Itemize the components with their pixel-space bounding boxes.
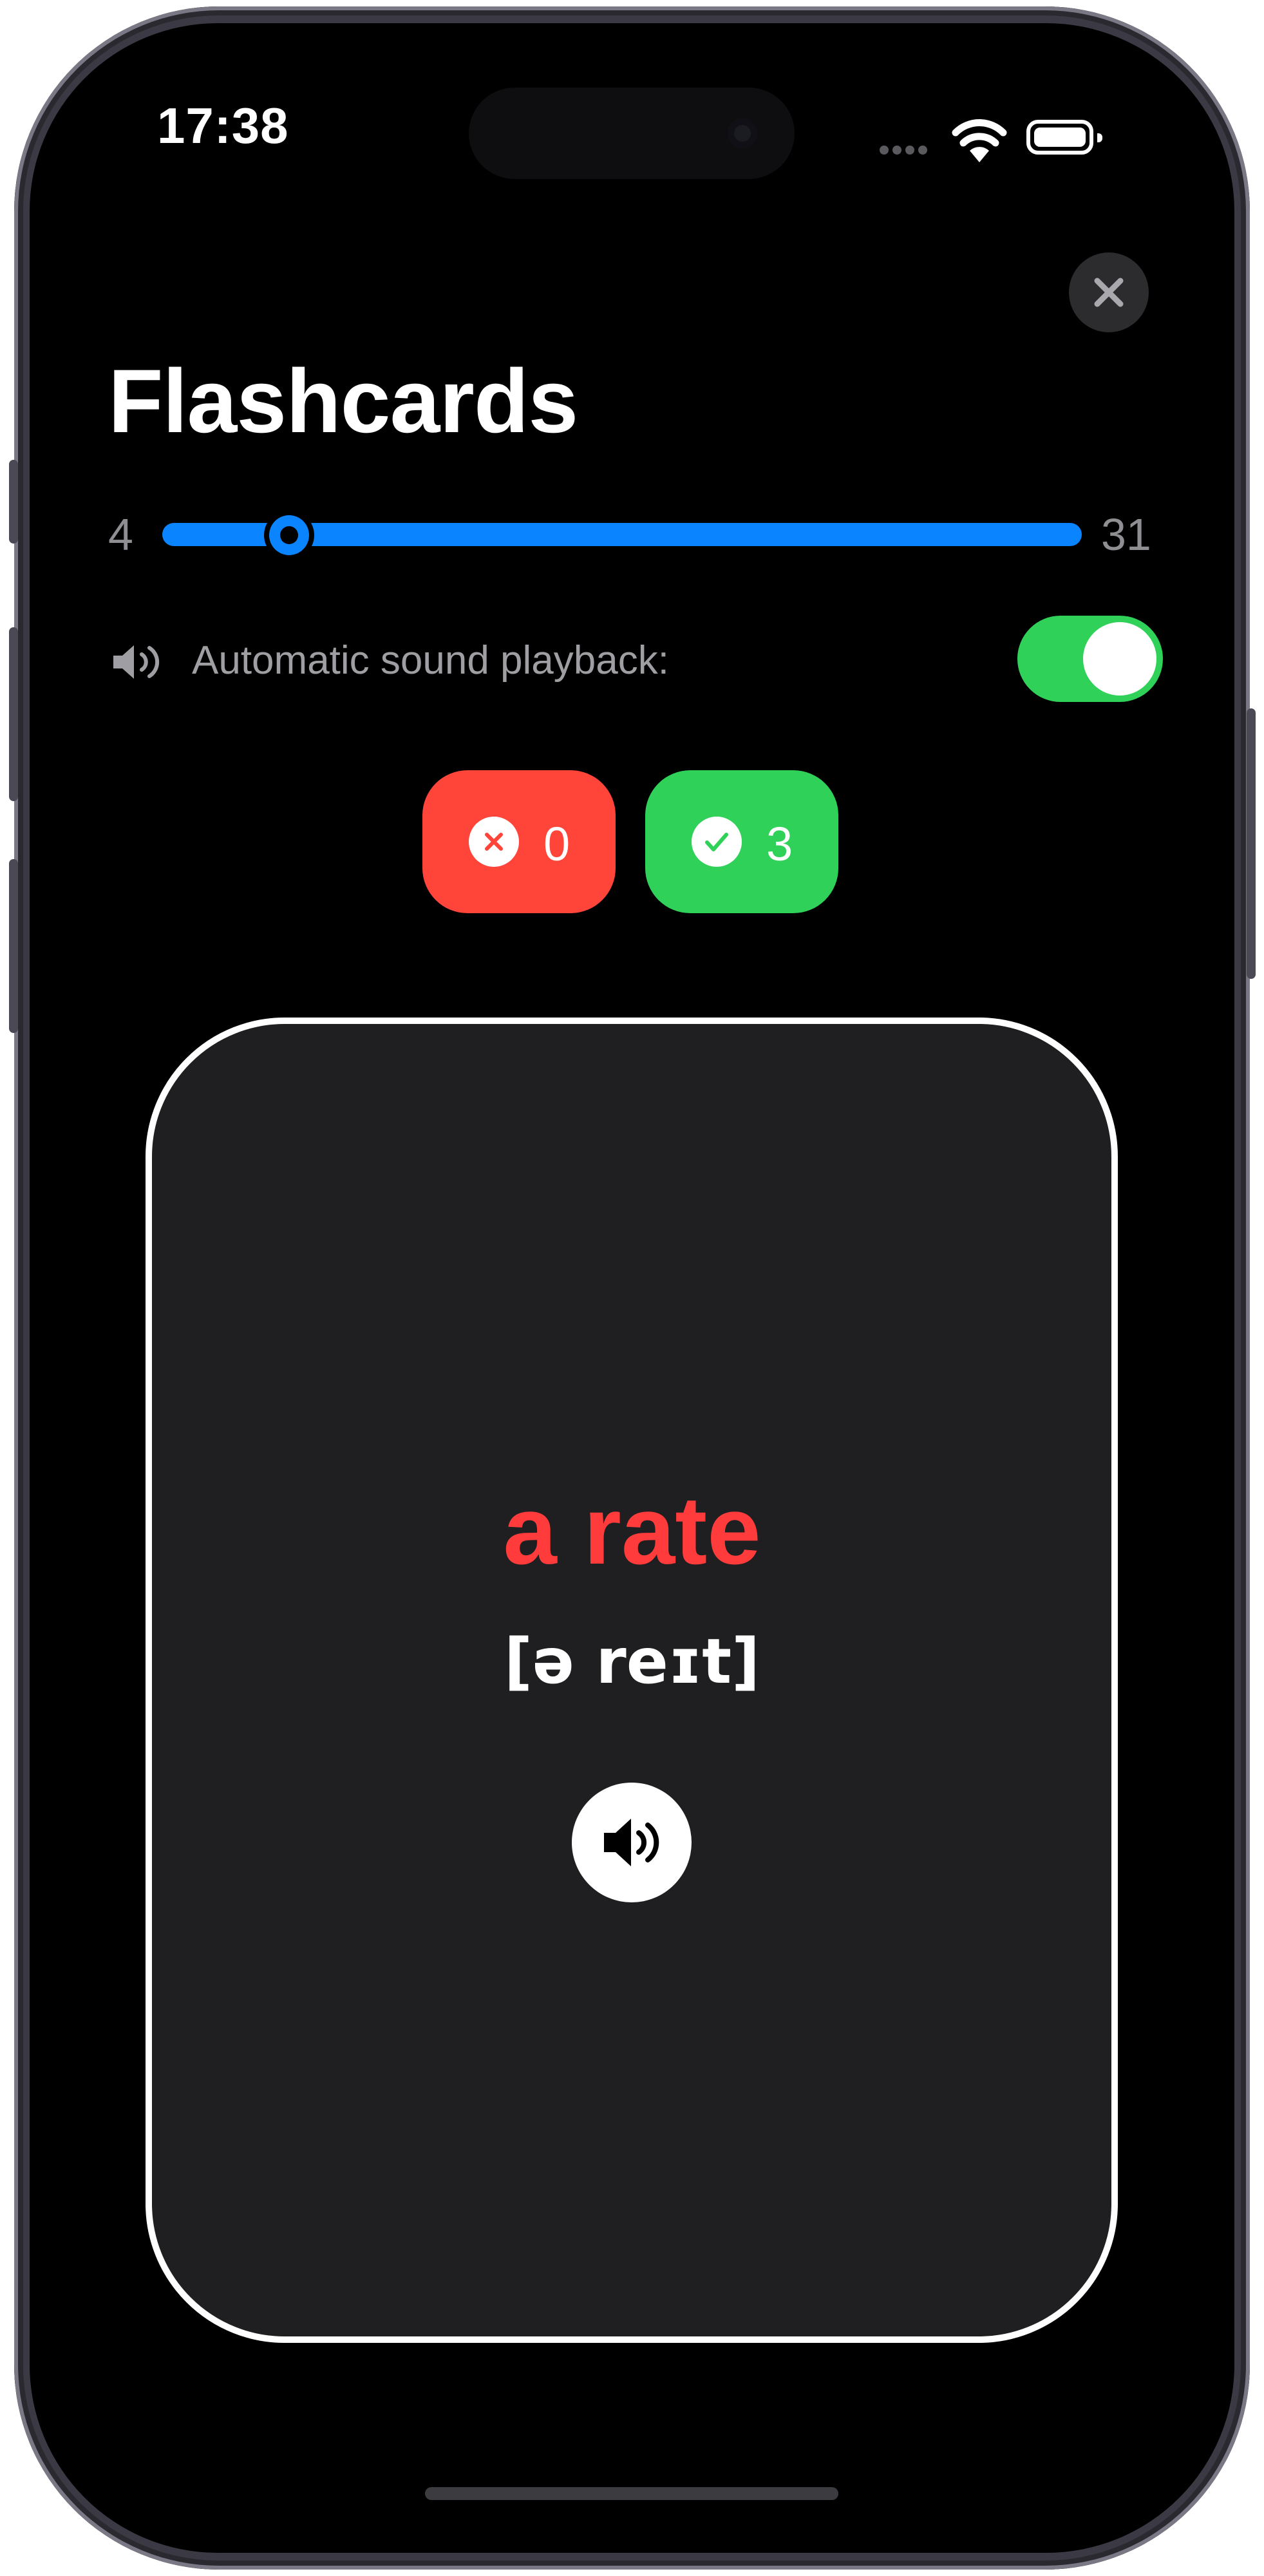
play-sound-button[interactable] — [572, 1783, 692, 1902]
wifi-icon — [950, 117, 1008, 167]
side-button — [9, 460, 18, 544]
wrong-count-badge[interactable]: 0 — [422, 770, 616, 913]
dynamic-island — [469, 88, 795, 179]
check-circle-icon — [692, 817, 742, 867]
home-indicator[interactable] — [425, 2487, 838, 2500]
close-button[interactable] — [1069, 252, 1149, 332]
slider-max-label: 31 — [1101, 509, 1151, 560]
power-button — [1247, 708, 1256, 979]
auto-sound-toggle[interactable] — [1017, 616, 1163, 702]
card-word: a rate — [503, 1476, 761, 1584]
range-slider-knob[interactable] — [269, 515, 309, 555]
battery-icon — [1026, 120, 1102, 155]
camera-icon — [728, 118, 757, 148]
volume-down-button — [9, 859, 18, 1033]
speaker-icon — [604, 1819, 659, 1866]
close-icon — [1094, 278, 1124, 307]
toggle-thumb — [1083, 622, 1156, 696]
wrong-count: 0 — [543, 817, 571, 871]
slider-min-label: 4 — [108, 509, 133, 560]
auto-sound-label: Automatic sound playback: — [192, 638, 669, 683]
correct-count: 3 — [766, 817, 793, 871]
page-title: Flashcards — [108, 350, 578, 451]
card-transcription: [ə reɪt] — [504, 1625, 760, 1698]
speaker-icon — [111, 641, 165, 686]
correct-count-badge[interactable]: 3 — [645, 770, 838, 913]
volume-up-button — [9, 627, 18, 801]
x-circle-icon — [469, 817, 519, 867]
cellular-signal-icon — [880, 146, 931, 158]
status-time: 17:38 — [157, 97, 289, 154]
